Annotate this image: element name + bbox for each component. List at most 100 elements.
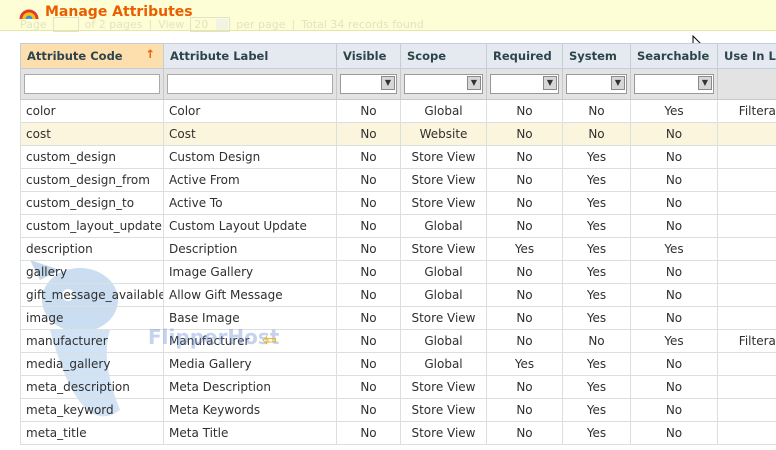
table-row[interactable]: color Color No Global No No Yes Filteral [20,99,776,123]
cell-required: No [486,329,563,353]
cell-system: Yes [562,214,631,238]
cell-scope: Store View [400,421,487,445]
chevron-down-icon: ▼ [381,76,395,90]
cell-visible: No [336,260,401,284]
column-header-attribute-label[interactable]: Attribute Label [163,43,337,69]
cell-attribute-code: custom_design_to [20,191,164,215]
cell-system: No [562,99,631,123]
cell-use-in-layered [717,145,776,169]
cell-searchable: No [630,421,718,445]
page-header: Manage Attributes Page1of 2 pages|View20… [0,0,776,32]
cell-required: No [486,145,563,169]
cell-searchable: No [630,260,718,284]
cell-system: No [562,122,631,146]
pager: Page1of 2 pages|View20per page|Total 34 … [20,17,424,32]
cell-attribute-code: custom_design [20,145,164,169]
filter-attribute-code-input[interactable] [24,74,160,94]
cell-visible: No [336,306,401,330]
cell-scope: Global [400,99,487,123]
cell-attribute-label: Color [163,99,337,123]
table-row[interactable]: media_gallery Media Gallery No Global Yes Yes… [20,352,776,376]
chevron-down-icon: ▼ [543,76,557,90]
cell-system: Yes [562,421,631,445]
cell-attribute-label: Media Gallery [163,352,337,376]
cell-attribute-label: Active To [163,191,337,215]
cell-visible: No [336,214,401,238]
per-page-select[interactable]: 20 [190,17,231,32]
cell-attribute-code: manufacturer [20,329,164,353]
cell-searchable: Yes [630,237,718,261]
cell-attribute-label: Meta Keywords [163,398,337,422]
cell-visible: No [336,283,401,307]
cell-use-in-layered [717,214,776,238]
filter-required-select[interactable]: ▼ [490,74,559,94]
column-header-system[interactable]: System [562,43,631,69]
cell-attribute-code: custom_layout_update [20,214,164,238]
table-row[interactable]: manufacturer Manufacturer No Global No No Yes F… [20,329,776,353]
filter-attribute-label-input[interactable] [167,74,333,94]
cell-visible: No [336,329,401,353]
cell-required: No [486,99,563,123]
cell-attribute-label: Meta Title [163,421,337,445]
attributes-grid: Attribute Code ↑ Attribute Label Visible … [20,43,776,445]
cell-use-in-layered [717,375,776,399]
cell-system: Yes [562,260,631,284]
cell-searchable: Yes [630,329,718,353]
cell-scope: Store View [400,398,487,422]
cell-attribute-label: Custom Design [163,145,337,169]
cell-attribute-code: gift_message_available [20,283,164,307]
column-header-required[interactable]: Required [486,43,563,69]
per-page-label: per page [236,17,286,31]
cell-system: Yes [562,237,631,261]
cell-attribute-code: gallery [20,260,164,284]
table-row[interactable]: cost Cost No Website No No No [20,122,776,146]
cell-attribute-code: meta_keyword [20,398,164,422]
cell-required: Yes [486,237,563,261]
cell-scope: Global [400,352,487,376]
cell-use-in-layered [717,421,776,445]
column-header-use-in-layered[interactable]: Use In Lay [717,43,776,69]
cell-attribute-label: Allow Gift Message [163,283,337,307]
cell-visible: No [336,421,401,445]
cell-searchable: No [630,352,718,376]
filter-searchable-select[interactable]: ▼ [634,74,714,94]
cell-searchable: Yes [630,99,718,123]
cell-system: No [562,329,631,353]
filter-visible-select[interactable]: ▼ [340,74,397,94]
column-header-attribute-code[interactable]: Attribute Code ↑ [20,43,164,69]
cell-visible: No [336,168,401,192]
cell-required: No [486,398,563,422]
cell-scope: Store View [400,306,487,330]
table-row[interactable]: meta_keyword Meta Keywords No Store View No Y… [20,398,776,422]
cell-visible: No [336,375,401,399]
cell-searchable: No [630,398,718,422]
cell-required: No [486,375,563,399]
column-header-scope[interactable]: Scope [400,43,487,69]
filter-scope-select[interactable]: ▼ [404,74,483,94]
table-row[interactable]: image Base Image No Store View No Yes No [20,306,776,330]
cell-attribute-label: Meta Description [163,375,337,399]
column-header-searchable[interactable]: Searchable [630,43,718,69]
cell-system: Yes [562,191,631,215]
table-row[interactable]: meta_title Meta Title No Store View No Yes No [20,421,776,445]
page-input[interactable] [52,17,79,32]
grid-header-row: Attribute Code ↑ Attribute Label Visible … [20,43,776,69]
cell-required: No [486,122,563,146]
table-row[interactable]: gallery Image Gallery No Global No Yes No [20,260,776,284]
table-row[interactable]: custom_layout_update Custom Layout Update… [20,214,776,238]
filter-system-select[interactable]: ▼ [566,74,627,94]
cell-attribute-code: image [20,306,164,330]
table-row[interactable]: custom_design_to Active To No Store View No Y… [20,191,776,215]
table-row[interactable]: custom_design Custom Design No Store View No… [20,145,776,169]
cell-scope: Global [400,214,487,238]
cell-visible: No [336,122,401,146]
table-row[interactable]: custom_design_from Active From No Store Vie… [20,168,776,192]
cell-searchable: No [630,306,718,330]
cell-visible: No [336,99,401,123]
column-header-visible[interactable]: Visible [336,43,401,69]
cell-searchable: No [630,145,718,169]
table-row[interactable]: meta_description Meta Description No Store … [20,375,776,399]
table-row[interactable]: description Description No Store View Yes Yes… [20,237,776,261]
table-row[interactable]: gift_message_available Allow Gift Message… [20,283,776,307]
cell-scope: Global [400,283,487,307]
